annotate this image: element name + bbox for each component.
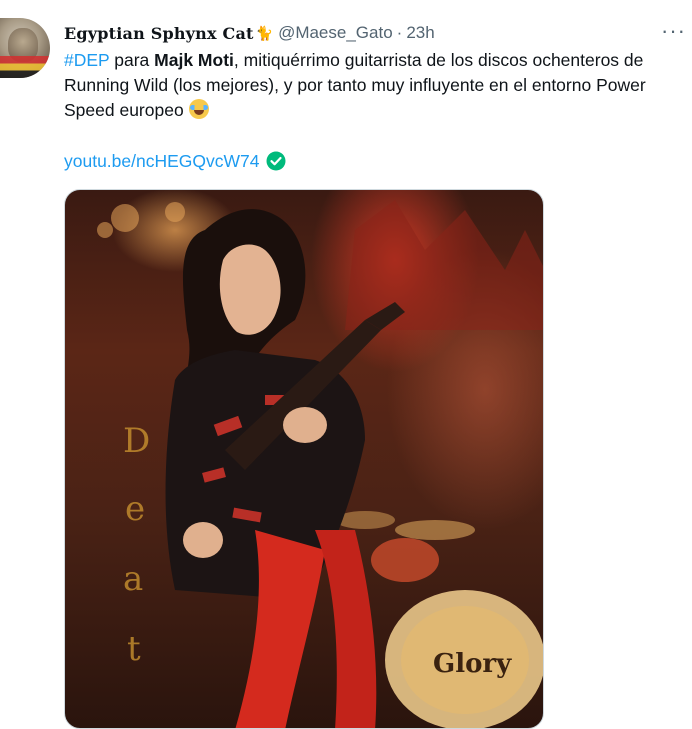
separator: ·	[396, 23, 403, 42]
background-letter: t	[127, 629, 141, 669]
youtube-link[interactable]: youtu.be/ncHEGQvcW74	[64, 151, 260, 172]
tweet-header: Egyptian Sphynx Cat 🐈 @Maese_Gato · 23h	[64, 20, 435, 46]
link-row: youtu.be/ncHEGQvcW74	[64, 149, 286, 173]
tweet[interactable]: Egyptian Sphynx Cat 🐈 @Maese_Gato · 23h …	[0, 0, 692, 729]
avatar[interactable]	[0, 18, 50, 78]
hashtag-link[interactable]: #DEP	[64, 50, 109, 70]
timestamp[interactable]: 23h	[406, 23, 434, 43]
background-letter: e	[125, 489, 145, 529]
concert-photo: D e a t Glory	[97, 200, 543, 728]
tweet-photo[interactable]: D e a t Glory	[64, 189, 544, 729]
check-circle-icon	[266, 151, 285, 171]
drum-head-text: Glory	[433, 649, 512, 679]
display-name[interactable]: Egyptian Sphynx Cat	[64, 24, 254, 43]
flag-image	[0, 56, 50, 78]
tweet-text-part: para	[109, 50, 155, 70]
background-letter: D	[123, 421, 150, 461]
user-handle[interactable]: @Maese_Gato	[278, 23, 393, 43]
background-letter: a	[123, 559, 143, 599]
crying-face-icon	[188, 99, 209, 119]
more-options-icon[interactable]: ···	[661, 18, 686, 44]
bold-name: Majk Moti	[154, 50, 234, 70]
cat-emoji-icon: 🐈	[255, 24, 274, 41]
tweet-text: #DEP para Majk Moti, mitiquérrimo guitar…	[64, 48, 686, 123]
